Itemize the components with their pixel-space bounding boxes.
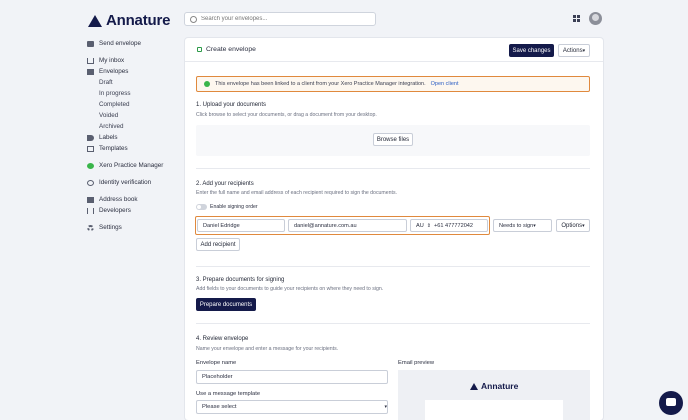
preview-logo: Annature [470, 381, 518, 391]
annature-logo[interactable]: Annature [88, 12, 170, 29]
fingerprint-icon [87, 179, 94, 186]
template-icon [87, 145, 94, 152]
sidebar-item-voided[interactable]: Voided [87, 110, 182, 121]
prepare-heading: 3. Prepare documents for signing [196, 277, 285, 283]
inbox-icon [87, 57, 94, 64]
envelope-icon [87, 68, 94, 75]
section-divider [196, 323, 590, 324]
actions-dropdown[interactable]: Actions [558, 44, 590, 57]
sidebar-item-archived[interactable]: Archived [87, 121, 182, 132]
xero-linked-alert: This envelope has been linked to a clien… [196, 76, 590, 92]
create-envelope-icon [197, 47, 202, 52]
recipients-description: Enter the full name and email address of… [196, 190, 397, 196]
xero-icon [87, 162, 94, 169]
gear-icon [87, 224, 94, 231]
sidebar-item-draft[interactable]: Draft [87, 77, 182, 88]
search-bar[interactable] [184, 12, 376, 26]
recipient-options-dropdown[interactable]: Options [556, 219, 590, 232]
send-icon [87, 40, 94, 47]
signing-order-toggle[interactable] [196, 204, 207, 210]
card-header: Create envelope Save changes Actions [185, 38, 603, 62]
chat-support-button[interactable] [659, 391, 683, 415]
recipient-email-field[interactable]: daniel@annature.com.au [288, 219, 407, 232]
avatar[interactable] [589, 12, 602, 25]
save-changes-button[interactable]: Save changes [509, 44, 554, 57]
browse-files-button[interactable]: Browse files [373, 133, 413, 146]
recipient-name-field[interactable]: Daniel Edridge [197, 219, 285, 232]
sidebar-item-address-book[interactable]: Address book [87, 194, 182, 205]
message-template-label: Use a message template [196, 391, 261, 397]
label-icon [87, 134, 94, 141]
search-icon [190, 15, 197, 23]
country-code[interactable]: AU [416, 223, 424, 229]
section-divider [196, 266, 590, 267]
xero-icon [204, 81, 210, 87]
phone-number: +61 477772042 [433, 222, 474, 229]
sidebar-item-send-envelope[interactable]: Send envelope [87, 38, 182, 49]
upload-description: Click browse to select your documents, o… [196, 112, 377, 118]
sidebar: Send envelope My inbox Envelopes Draft I… [87, 38, 182, 233]
sidebar-item-templates[interactable]: Templates [87, 143, 182, 154]
sidebar-item-labels[interactable]: Labels [87, 132, 182, 143]
open-client-link[interactable]: Open client [431, 81, 459, 87]
annature-mark-icon [88, 14, 102, 27]
review-heading: 4. Review envelope [196, 336, 249, 342]
recipients-heading: 2. Add your recipients [196, 181, 254, 187]
sidebar-item-developers[interactable]: Developers [87, 205, 182, 216]
sidebar-item-identity-verification[interactable]: Identity verification [87, 177, 182, 188]
envelope-name-input[interactable]: Placeholder [196, 370, 388, 384]
recipient-phone-field[interactable]: AU ⇕ +61 477772042 [410, 219, 488, 232]
sidebar-item-envelopes[interactable]: Envelopes [87, 66, 182, 77]
address-book-icon [87, 196, 94, 203]
recipient-role-select[interactable]: Needs to sign [493, 219, 552, 232]
country-chevron-icon: ⇕ [426, 222, 431, 229]
upload-heading: 1. Upload your documents [196, 102, 267, 108]
envelope-name-label: Envelope name [196, 360, 237, 366]
message-template-select[interactable]: Please select [196, 400, 388, 414]
signing-order-label: Enable signing order [210, 204, 258, 210]
sidebar-item-my-inbox[interactable]: My inbox [87, 55, 182, 66]
sidebar-item-settings[interactable]: Settings [87, 222, 182, 233]
section-divider [196, 168, 590, 169]
sidebar-item-in-progress[interactable]: In progress [87, 88, 182, 99]
page-title: Create envelope [206, 46, 256, 53]
email-preview: Annature [398, 370, 590, 420]
prepare-documents-button[interactable]: Prepare documents [196, 298, 256, 311]
search-input[interactable] [201, 16, 371, 22]
sidebar-item-xero[interactable]: Xero Practice Manager [87, 160, 182, 171]
add-recipient-button[interactable]: Add recipient [196, 238, 240, 251]
review-description: Name your envelope and enter a message f… [196, 346, 339, 352]
create-envelope-card: Create envelope Save changes Actions Thi… [185, 38, 603, 420]
code-icon [87, 207, 94, 214]
email-preview-label: Email preview [398, 360, 435, 366]
preview-email-body [425, 400, 563, 420]
sidebar-item-completed[interactable]: Completed [87, 99, 182, 110]
annature-mark-icon [470, 382, 478, 390]
apps-grid-icon[interactable] [573, 15, 580, 22]
prepare-description: Add fields to your documents to guide yo… [196, 286, 384, 292]
brand-name: Annature [106, 12, 171, 29]
